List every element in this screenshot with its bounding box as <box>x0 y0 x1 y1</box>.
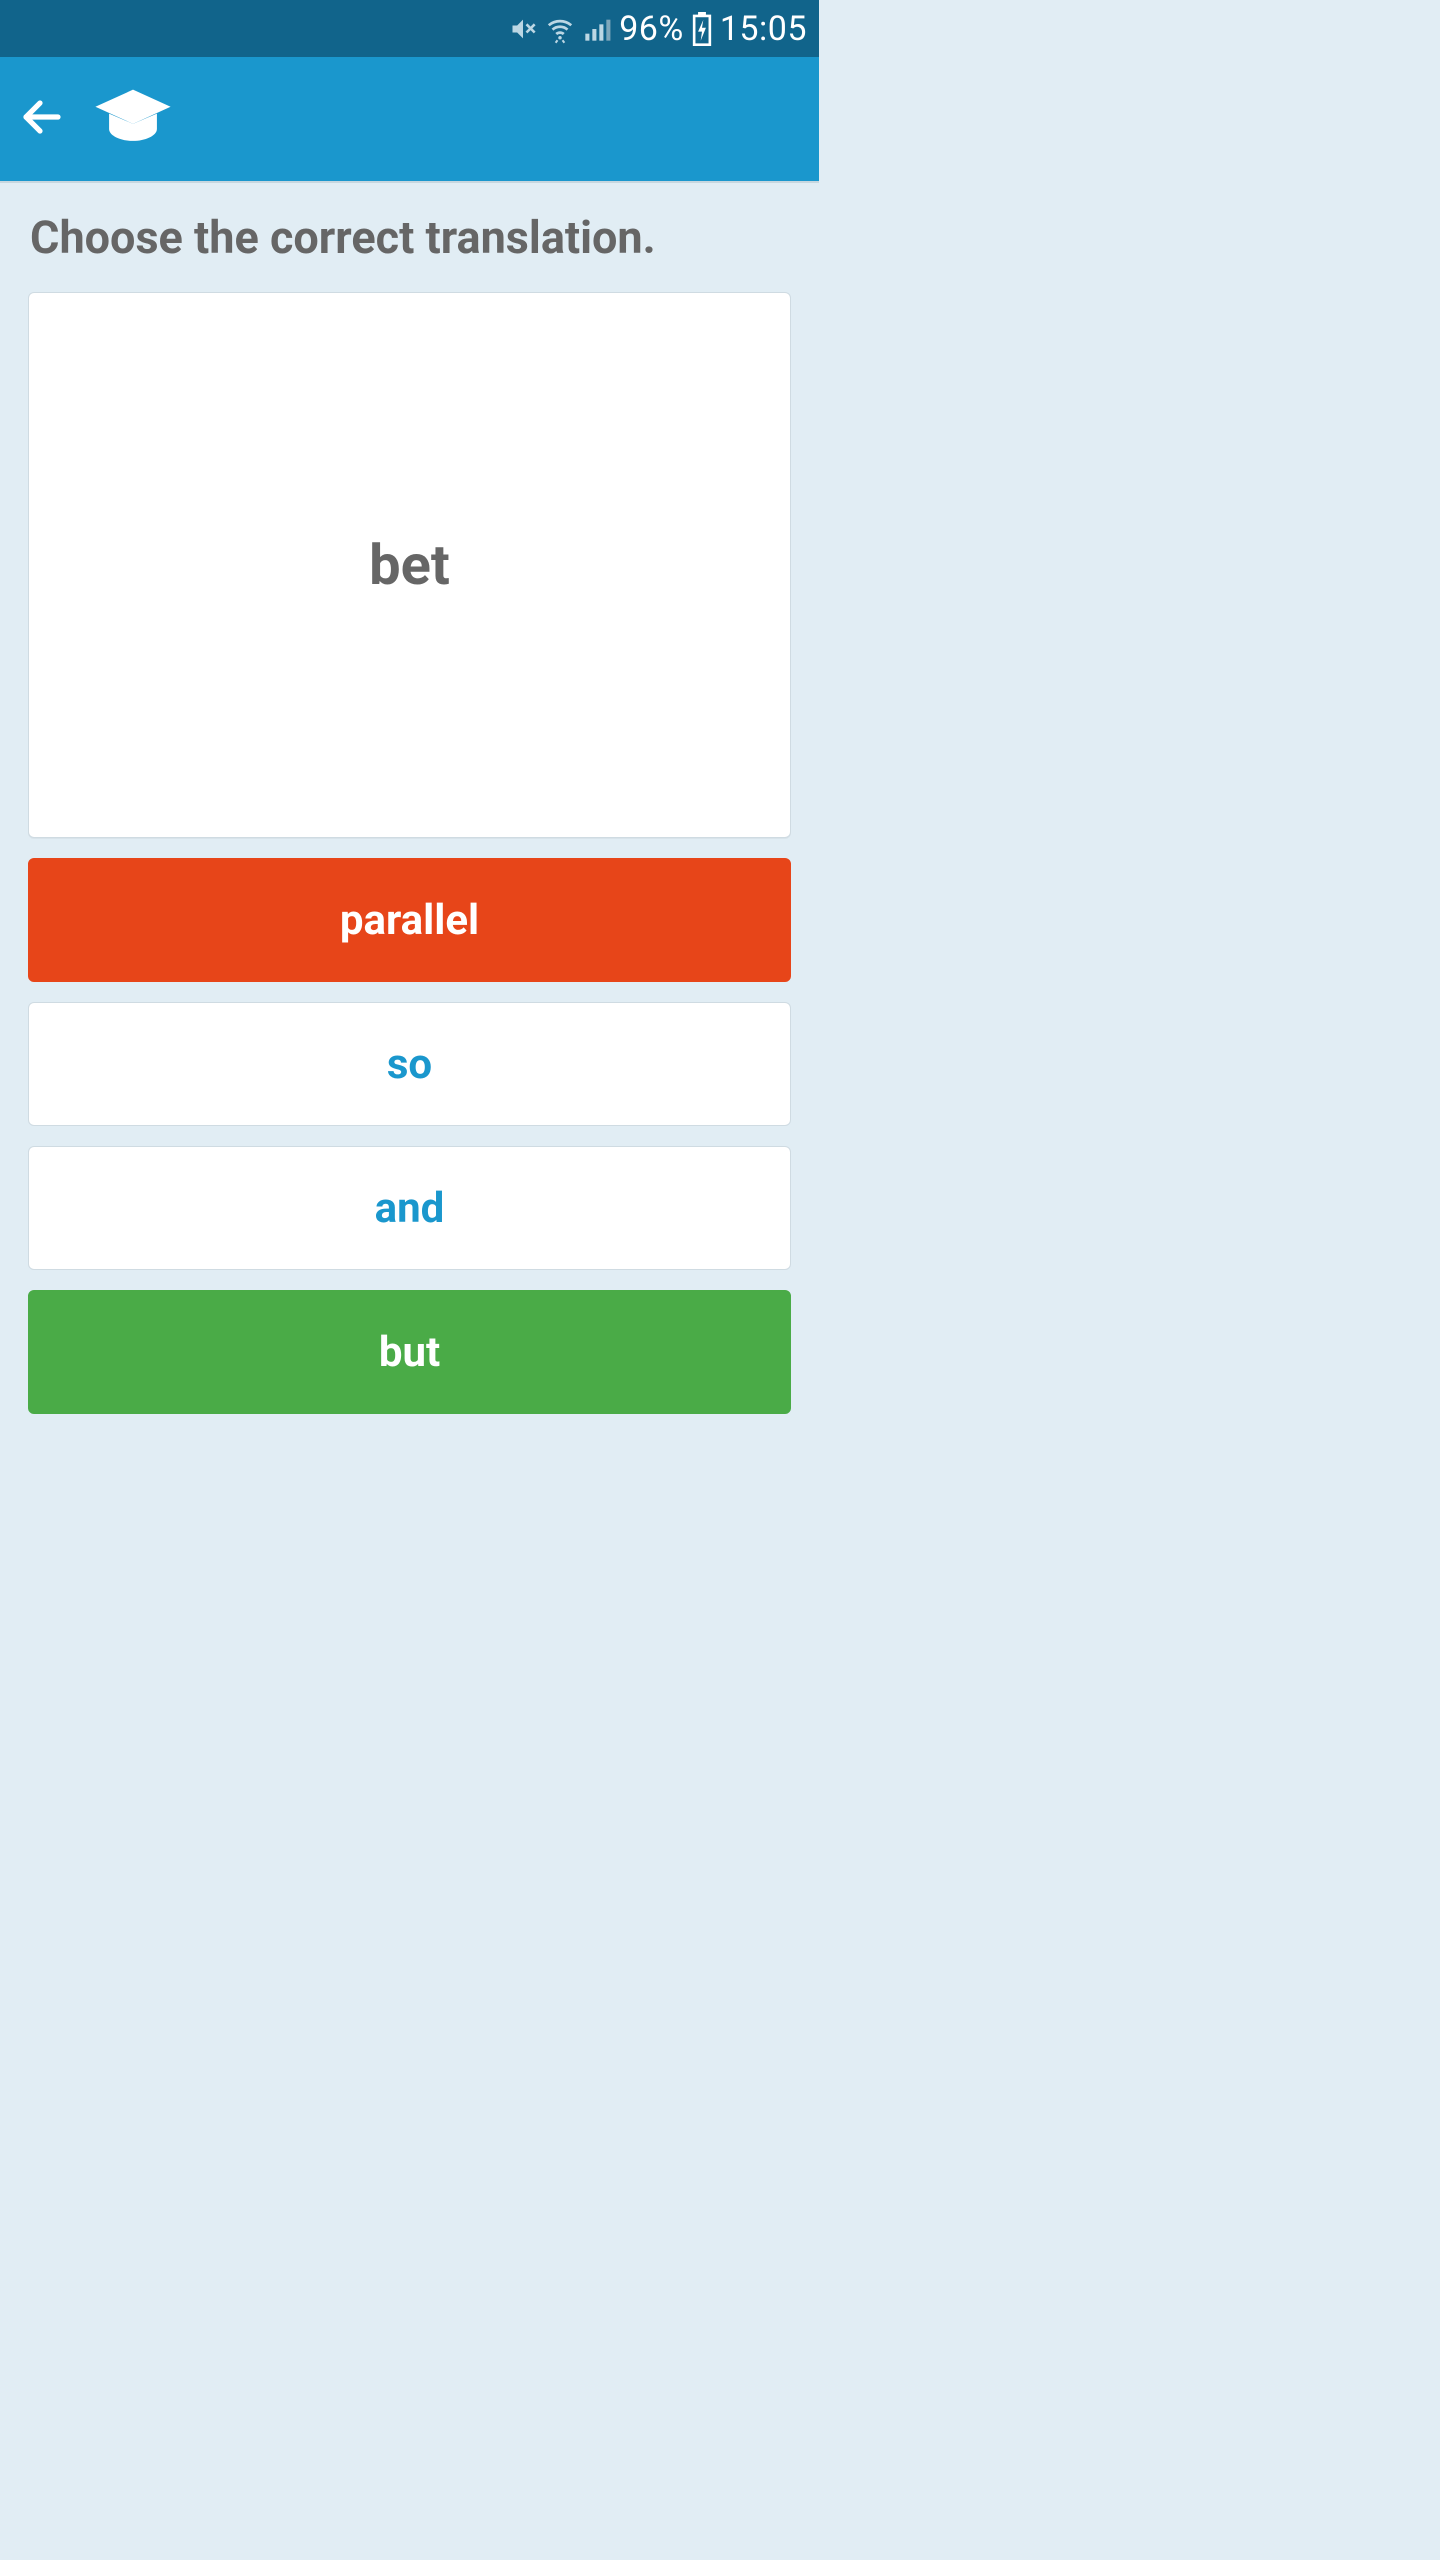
options-list: parallel so and but <box>28 858 791 1414</box>
main-content: Choose the correct translation. bet para… <box>0 183 819 1442</box>
status-icons-group <box>509 14 611 44</box>
option-3[interactable]: and <box>28 1146 791 1270</box>
mute-icon <box>509 15 537 43</box>
option-2[interactable]: so <box>28 1002 791 1126</box>
battery-percent: 96% <box>619 9 684 49</box>
back-button[interactable] <box>18 93 66 145</box>
option-label: and <box>375 1184 445 1233</box>
status-bar: 96% 15:05 <box>0 0 819 57</box>
app-logo <box>92 76 174 162</box>
prompt-text: Choose the correct translation. <box>30 211 791 264</box>
option-label: so <box>387 1040 432 1089</box>
option-label: but <box>379 1328 440 1377</box>
option-4[interactable]: but <box>28 1290 791 1414</box>
battery-charging-icon <box>692 12 712 46</box>
option-label: parallel <box>340 896 479 945</box>
graduation-cap-icon <box>92 76 174 158</box>
app-bar <box>0 57 819 183</box>
back-arrow-icon <box>18 93 66 141</box>
word-card: bet <box>28 292 791 838</box>
wifi-icon <box>545 14 575 44</box>
option-1[interactable]: parallel <box>28 858 791 982</box>
clock-time: 15:05 <box>720 9 807 49</box>
word-to-translate: bet <box>369 532 450 598</box>
signal-icon <box>583 15 611 43</box>
